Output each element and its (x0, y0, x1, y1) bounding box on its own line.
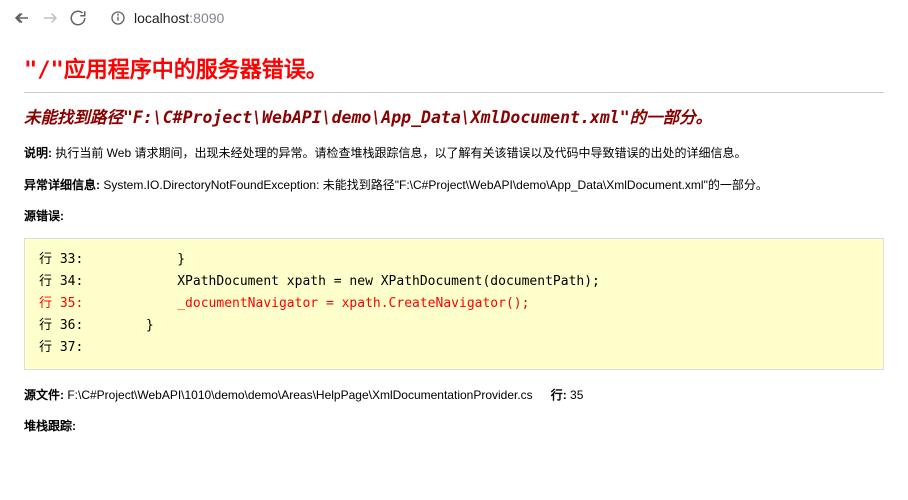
arrow-right-icon (41, 9, 59, 27)
exception-detail-text: System.IO.DirectoryNotFoundException: 未能… (103, 178, 768, 192)
stack-trace-label: 堆栈跟踪: (24, 417, 884, 434)
arrow-left-icon (13, 9, 31, 27)
url-port: :8090 (189, 10, 224, 26)
divider (24, 92, 884, 93)
source-file-path: F:\C#Project\WebAPI\1010\demo\demo\Areas… (67, 388, 532, 402)
code-line: 行 36: } (39, 315, 869, 337)
address-bar[interactable]: localhost:8090 (100, 4, 900, 32)
description-text: 执行当前 Web 请求期间，出现未经处理的异常。请检查堆栈跟踪信息，以了解有关该… (55, 146, 746, 160)
description-label: 说明: (24, 146, 55, 160)
source-file-label: 源文件: (24, 388, 67, 402)
exception-message: 未能找到路径"F:\C#Project\WebAPI\demo\App_Data… (24, 107, 884, 128)
browser-toolbar: localhost:8090 (0, 0, 908, 36)
code-line: 行 37: (39, 337, 869, 359)
reload-button[interactable] (64, 4, 92, 32)
source-error-label: 源错误: (24, 207, 884, 224)
code-line: 行 33: } (39, 249, 869, 271)
exception-detail-label: 异常详细信息: (24, 178, 103, 192)
line-label: 行: (551, 388, 570, 402)
back-button[interactable] (8, 4, 36, 32)
description-line: 说明: 执行当前 Web 请求期间，出现未经处理的异常。请检查堆栈跟踪信息，以了… (24, 144, 884, 163)
url-host: localhost (134, 10, 189, 26)
info-icon (110, 10, 126, 26)
code-line: 行 34: XPathDocument xpath = new XPathDoc… (39, 271, 869, 293)
source-file-line: 源文件: F:\C#Project\WebAPI\1010\demo\demo\… (24, 386, 884, 403)
exception-detail-line: 异常详细信息: System.IO.DirectoryNotFoundExcep… (24, 176, 884, 195)
error-page-content: "/"应用程序中的服务器错误。 未能找到路径"F:\C#Project\WebA… (0, 36, 908, 460)
forward-button[interactable] (36, 4, 64, 32)
code-line-highlight: 行 35: _documentNavigator = xpath.CreateN… (39, 293, 869, 315)
server-error-title: "/"应用程序中的服务器错误。 (24, 52, 884, 84)
line-number: 35 (570, 388, 583, 402)
reload-icon (69, 9, 87, 27)
source-code-block: 行 33: }行 34: XPathDocument xpath = new X… (24, 238, 884, 370)
